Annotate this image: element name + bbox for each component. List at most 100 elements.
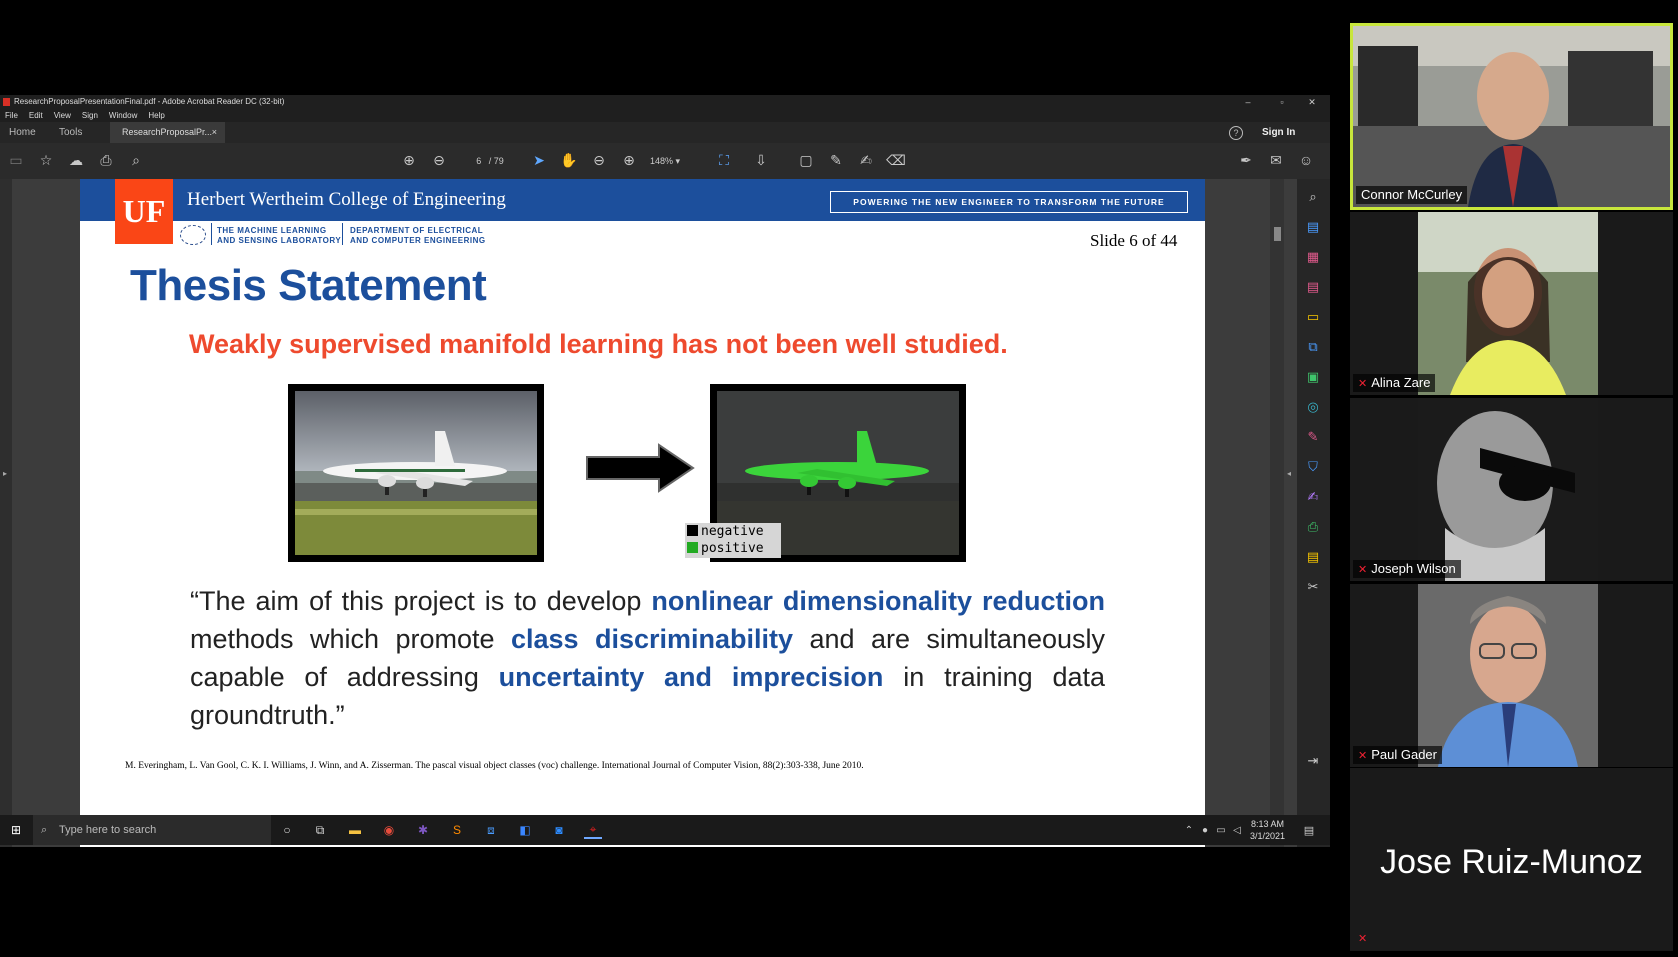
scroll-mode-icon[interactable]: ⇩ (752, 151, 770, 169)
tagline-box: POWERING THE NEW ENGINEER TO TRANSFORM T… (830, 191, 1188, 213)
prepare-form-icon[interactable]: ▤ (1305, 549, 1321, 565)
legend-positive: positive (687, 540, 781, 557)
network-app-icon[interactable]: ⧈ (482, 821, 500, 839)
zoom-app-icon[interactable]: ◙ (550, 821, 568, 839)
sublime-icon[interactable]: S (448, 821, 466, 839)
file-explorer-icon[interactable]: ▬ (346, 821, 364, 839)
menu-help[interactable]: Help (148, 111, 164, 120)
save-icon[interactable]: ▭ (7, 151, 25, 169)
email-icon[interactable]: ✉ (1267, 151, 1285, 169)
acrobat-taskbar-icon[interactable]: ⌖ (584, 821, 602, 839)
video-tile-joseph[interactable]: ✕ Joseph Wilson (1350, 398, 1673, 581)
department-name: DEPARTMENT OF ELECTRICAL AND COMPUTER ENG… (350, 226, 486, 246)
page-number-field[interactable]: 6 / 79 (460, 153, 520, 169)
slide-title: Thesis Statement (130, 261, 487, 310)
menu-window[interactable]: Window (109, 111, 137, 120)
edit-pdf-icon[interactable]: ▣ (1305, 369, 1321, 385)
draw-icon[interactable]: ✍ (857, 151, 875, 169)
connor-video (1353, 26, 1670, 207)
video-tile-alina[interactable]: ✕ Alina Zare (1350, 212, 1673, 395)
create-pdf-icon[interactable]: ▤ (1305, 219, 1321, 235)
taskbar-search-placeholder: Type here to search (59, 824, 157, 836)
export-pdf-icon[interactable]: ▤ (1305, 279, 1321, 295)
tab-document[interactable]: ResearchProposalPr... × (110, 122, 225, 143)
more-tools-icon[interactable]: ✂ (1305, 579, 1321, 595)
volume-icon[interactable]: ◁ (1228, 821, 1246, 839)
vscode-icon[interactable]: ◧ (516, 821, 534, 839)
print-icon[interactable]: ⎙ (97, 151, 115, 169)
legend-negative: negative (687, 523, 781, 540)
close-tab-icon[interactable]: × (212, 122, 217, 143)
page-total: / 79 (488, 156, 504, 166)
positive-swatch (687, 542, 698, 553)
highlight-pen-icon[interactable]: ✎ (827, 151, 845, 169)
joseph-video (1418, 398, 1598, 581)
combine-files-icon[interactable]: ⧉ (1305, 339, 1321, 355)
chrome-icon[interactable]: ◉ (380, 821, 398, 839)
page-down-icon[interactable]: ⊖ (430, 151, 448, 169)
sign-in-button[interactable]: Sign In (1262, 122, 1295, 143)
collapse-pane-icon[interactable]: ⇥ (1305, 753, 1321, 769)
bookmark-star-icon[interactable]: ☆ (37, 151, 55, 169)
upload-icon[interactable]: ☁ (67, 151, 85, 169)
erase-icon[interactable]: ⌫ (886, 151, 906, 169)
cortana-icon[interactable]: ○ (278, 821, 296, 839)
hand-icon[interactable]: ✋ (560, 151, 578, 169)
video-tile-connor[interactable]: Connor McCurley (1350, 23, 1673, 210)
search-icon[interactable]: ⌕ (127, 151, 145, 169)
tab-home[interactable]: Home (9, 122, 36, 143)
menu-sign[interactable]: Sign (82, 111, 98, 120)
page-up-icon[interactable]: ⊕ (400, 151, 418, 169)
quote-highlight: class discriminability (510, 624, 794, 654)
protect-icon[interactable]: ⛉ (1305, 459, 1321, 475)
legend-negative-label: negative (701, 524, 764, 539)
comment-tool-icon[interactable]: ▭ (1305, 309, 1321, 325)
print-production-icon[interactable]: ⎙ (1305, 519, 1321, 535)
system-clock[interactable]: 8:13 AM 3/1/2021 (1250, 818, 1285, 842)
organize-pages-icon[interactable]: ▦ (1305, 249, 1321, 265)
lab-name: THE MACHINE LEARNING AND SENSING LABORATO… (217, 226, 341, 246)
video-tile-paul[interactable]: ✕ Paul Gader (1350, 584, 1673, 767)
slack-icon[interactable]: ✱ (414, 821, 432, 839)
tab-tools[interactable]: Tools (59, 122, 82, 143)
participant-name-tag: ✕ Paul Gader (1353, 746, 1442, 764)
notifications-icon[interactable]: ▤ (1300, 821, 1318, 839)
lab-seal-icon (180, 225, 206, 245)
acrobat-window: ResearchProposalPresentationFinal.pdf - … (0, 95, 1330, 847)
document-area[interactable]: ▸ Herbert Wertheim College of Engineerin… (0, 179, 1330, 847)
zoom-select[interactable]: 148% ▾ (650, 153, 700, 169)
select-cursor-icon[interactable]: ➤ (530, 151, 548, 169)
help-icon[interactable]: ? (1229, 126, 1243, 140)
request-signature-icon[interactable]: ✍ (1305, 489, 1321, 505)
minimize-button[interactable]: – (1230, 95, 1266, 109)
scan-ocr-icon[interactable]: ◎ (1305, 399, 1321, 415)
video-tile-jose[interactable]: Jose Ruiz-Munoz ✕ (1350, 768, 1673, 951)
right-arrow-icon (586, 443, 695, 493)
share-user-icon[interactable]: ☺ (1297, 151, 1315, 169)
vertical-scrollbar[interactable] (1270, 179, 1284, 847)
lab-name-line2: AND SENSING LABORATORY (217, 236, 342, 245)
fill-sign-icon[interactable]: ✎ (1305, 429, 1321, 445)
menu-file[interactable]: File (5, 111, 18, 120)
expand-pane-icon[interactable]: ◂ (1287, 469, 1291, 478)
sign-icon[interactable]: ✒ (1237, 151, 1255, 169)
fit-page-icon[interactable]: ⛶ (715, 151, 733, 169)
menu-view[interactable]: View (54, 111, 71, 120)
taskbar-search[interactable]: ⌕ Type here to search (33, 815, 271, 845)
scrollbar-thumb[interactable] (1274, 227, 1281, 241)
start-windows-icon[interactable]: ⊞ (7, 821, 25, 839)
menu-bar: File Edit View Sign Window Help (0, 109, 1330, 122)
close-window-button[interactable]: ✕ (1294, 95, 1330, 109)
window-title: ResearchProposalPresentationFinal.pdf - … (14, 97, 285, 106)
menu-edit[interactable]: Edit (29, 111, 43, 120)
zoom-tool-icon[interactable]: ⌕ (1305, 189, 1321, 205)
zoom-in-icon[interactable]: ⊕ (620, 151, 638, 169)
page-current[interactable]: 6 (476, 156, 481, 166)
left-panel-toggle[interactable]: ▸ (0, 179, 12, 847)
zoom-out-icon[interactable]: ⊖ (590, 151, 608, 169)
comment-icon[interactable]: ▢ (797, 151, 815, 169)
alina-video (1418, 212, 1598, 395)
task-view-icon[interactable]: ⧉ (311, 821, 329, 839)
clock-date: 3/1/2021 (1250, 831, 1286, 841)
citation: M. Everingham, L. Van Gool, C. K. I. Wil… (125, 761, 864, 771)
